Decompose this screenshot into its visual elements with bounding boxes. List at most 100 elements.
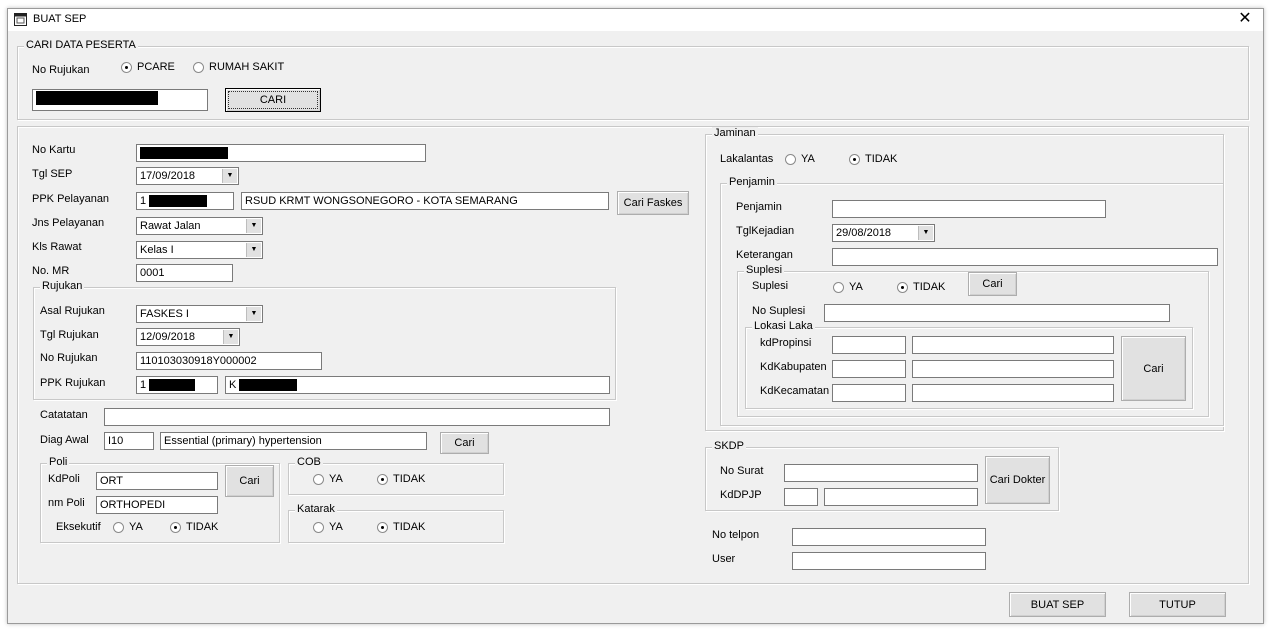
lakalantas-ya-label: YA (801, 153, 815, 165)
cari-lokasi-button[interactable]: Cari (1121, 336, 1186, 401)
eksekutif-ya-label: YA (129, 521, 143, 533)
no-kartu-input[interactable] (136, 144, 426, 162)
kd-kecamatan-input[interactable] (832, 384, 906, 402)
propinsi-name-input[interactable] (912, 336, 1114, 354)
skdp-legend: SKDP (712, 440, 746, 452)
penjamin-input[interactable] (832, 200, 1106, 218)
cari-peserta-button[interactable]: CARI (225, 88, 321, 112)
catatan-input[interactable] (104, 408, 610, 426)
no-rujukan-input[interactable]: 110103030918Y000002 (136, 352, 322, 370)
no-kartu-label: No Kartu (32, 144, 76, 156)
suplesi-ya-indicator (833, 281, 844, 293)
dropdown-arrow-icon[interactable]: ▼ (222, 169, 237, 183)
cari-dokter-button[interactable]: Cari Dokter (985, 456, 1050, 504)
cob-legend: COB (295, 456, 323, 468)
no-suplesi-input[interactable] (824, 304, 1170, 322)
no-mr-input[interactable]: 0001 (136, 264, 233, 282)
kd-poli-input[interactable]: ORT (96, 472, 218, 490)
kd-propinsi-label: kdPropinsi (760, 337, 812, 349)
asal-rujukan-label: Asal Rujukan (40, 305, 105, 317)
tgl-sep-datepicker[interactable]: 17/09/2018 ▼ (136, 167, 239, 185)
dropdown-arrow-icon[interactable]: ▼ (918, 226, 933, 240)
jns-pelayanan-select[interactable]: Rawat Jalan ▼ (136, 217, 263, 235)
kabupaten-name-input[interactable] (912, 360, 1114, 378)
no-rujukan-search-label: No Rujukan (32, 64, 90, 76)
rujukan-legend: Rujukan (40, 280, 85, 292)
no-rujukan-search-input[interactable] (32, 89, 208, 111)
dropdown-arrow-icon[interactable]: ▼ (246, 219, 261, 233)
user-input[interactable] (792, 552, 986, 570)
no-surat-input[interactable] (784, 464, 978, 482)
diag-awal-code-input[interactable]: I10 (104, 432, 154, 450)
no-telpon-label: No telpon (712, 529, 760, 541)
suplesi-ya-label: YA (849, 281, 863, 293)
diag-awal-label: Diag Awal (40, 434, 89, 446)
katarak-ya-radio[interactable]: YA (313, 521, 343, 533)
katarak-tidak-radio[interactable]: TIDAK (377, 521, 425, 533)
lakalantas-ya-radio[interactable]: YA (785, 153, 815, 165)
cari-data-peserta-legend: CARI DATA PESERTA (24, 39, 138, 51)
suplesi-tidak-radio[interactable]: TIDAK (897, 281, 945, 293)
penjamin-legend: Penjamin (727, 176, 777, 188)
diag-awal-name-input[interactable]: Essential (primary) hypertension (160, 432, 427, 450)
nm-poli-label: nm Poli (48, 497, 85, 509)
window-title: BUAT SEP (33, 13, 87, 25)
eksekutif-tidak-label: TIDAK (186, 521, 219, 533)
redacted-value (140, 147, 228, 160)
radio-rumah-sakit-label: RUMAH SAKIT (209, 61, 285, 73)
ppk-pelayanan-name-input[interactable]: RSUD KRMT WONGSONEGORO - KOTA SEMARANG (241, 192, 609, 210)
buat-sep-button[interactable]: BUAT SEP (1009, 592, 1106, 617)
keterangan-input[interactable] (832, 248, 1218, 266)
ppk-rujukan-name-input[interactable]: K (225, 376, 610, 394)
cob-tidak-radio[interactable]: TIDAK (377, 473, 425, 485)
cari-poli-button[interactable]: Cari (225, 465, 274, 497)
dropdown-arrow-icon[interactable]: ▼ (246, 243, 261, 257)
eksekutif-label: Eksekutif (56, 521, 101, 533)
dpjp-name-input[interactable] (824, 488, 978, 506)
tgl-kejadian-datepicker[interactable]: 29/08/2018 ▼ (832, 224, 935, 242)
dropdown-arrow-icon[interactable]: ▼ (223, 330, 238, 344)
kecamatan-name-input[interactable] (912, 384, 1114, 402)
nm-poli-input[interactable]: ORTHOPEDI (96, 496, 218, 514)
radio-pcare[interactable]: PCARE (121, 61, 175, 73)
kd-propinsi-input[interactable] (832, 336, 906, 354)
eksekutif-ya-radio[interactable]: YA (113, 521, 143, 533)
ppk-rujukan-name-prefix: K (229, 379, 237, 391)
tgl-rujukan-label: Tgl Rujukan (40, 329, 99, 341)
app-window-icon (14, 13, 27, 26)
radio-rumah-sakit-indicator (193, 61, 204, 73)
radio-rumah-sakit[interactable]: RUMAH SAKIT (193, 61, 284, 73)
lakalantas-tidak-radio[interactable]: TIDAK (849, 153, 897, 165)
kd-kabupaten-input[interactable] (832, 360, 906, 378)
kls-rawat-select[interactable]: Kelas I ▼ (136, 241, 263, 259)
kd-dpjp-input[interactable] (784, 488, 818, 506)
no-telpon-input[interactable] (792, 528, 986, 546)
eksekutif-tidak-radio[interactable]: TIDAK (170, 521, 218, 533)
no-surat-label: No Surat (720, 465, 764, 477)
cari-diagnosa-button[interactable]: Cari (440, 432, 489, 454)
cari-suplesi-button[interactable]: Cari (968, 272, 1017, 296)
kls-rawat-label: Kls Rawat (32, 241, 82, 253)
close-icon[interactable]: ✕ (1235, 10, 1255, 28)
katarak-ya-indicator (313, 521, 324, 533)
katarak-tidak-label: TIDAK (393, 521, 426, 533)
kd-kabupaten-label: KdKabupaten (760, 361, 827, 373)
tgl-rujukan-datepicker[interactable]: 12/09/2018 ▼ (136, 328, 240, 346)
cob-ya-radio[interactable]: YA (313, 473, 343, 485)
kls-rawat-value: Kelas I (140, 244, 174, 256)
lakalantas-tidak-indicator (849, 153, 860, 165)
buat-sep-window: BUAT SEP ✕ CARI DATA PESERTA No Rujukan … (7, 8, 1264, 624)
radio-pcare-label: PCARE (137, 61, 175, 73)
ppk-pelayanan-code-input[interactable]: 1 (136, 192, 234, 210)
lakalantas-tidak-label: TIDAK (865, 153, 898, 165)
eksekutif-ya-indicator (113, 521, 124, 533)
dropdown-arrow-icon[interactable]: ▼ (246, 307, 261, 321)
tutup-button[interactable]: TUTUP (1129, 592, 1226, 617)
tgl-kejadian-value: 29/08/2018 (836, 227, 892, 239)
tgl-sep-value: 17/09/2018 (140, 170, 196, 182)
cari-faskes-button[interactable]: Cari Faskes (617, 191, 689, 215)
suplesi-ya-radio[interactable]: YA (833, 281, 863, 293)
asal-rujukan-select[interactable]: FASKES I ▼ (136, 305, 263, 323)
radio-pcare-indicator (121, 61, 132, 73)
ppk-rujukan-code-input[interactable]: 1 (136, 376, 218, 394)
